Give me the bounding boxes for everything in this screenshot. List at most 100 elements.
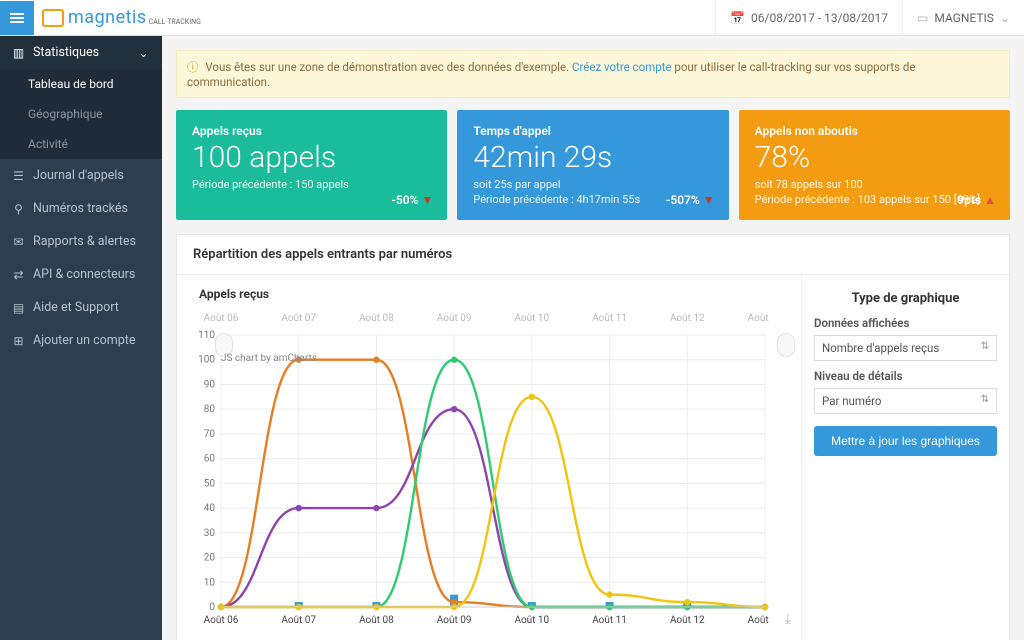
plus-icon: ⊞ (12, 334, 25, 347)
kpi-tile-missed: Appels non aboutis 78% soit 78 appels su… (739, 110, 1010, 220)
demo-banner: ⓘ Vous êtes sur une zone de démonstratio… (176, 50, 1010, 98)
book-icon: ▤ (12, 301, 25, 314)
date-range-label: 06/08/2017 - 13/08/2017 (751, 11, 888, 25)
sidebar-item-help[interactable]: ▤ Aide et Support (0, 291, 162, 324)
sidebar-stats-children: Tableau de bord Géographique Activité (0, 69, 162, 159)
trend-down-icon: ▼ (421, 193, 433, 207)
calendar-icon: 📅 (730, 11, 745, 25)
kpi-trend: -507% ▼ (666, 193, 715, 207)
chart-settings-data-label: Données affichées (814, 316, 997, 330)
sidebar-item-label: API & connecteurs (33, 267, 135, 282)
sidebar-item-label: Ajouter un compte (33, 333, 135, 348)
download-icon[interactable]: ⤓ (785, 611, 791, 627)
chart-data-select[interactable]: Nombre d'appels reçus (814, 335, 997, 361)
sidebar-item-label: Statistiques (33, 45, 99, 60)
kpi-value: 42min 29s (473, 141, 712, 174)
main-content: ⓘ Vous êtes sur une zone de démonstratio… (162, 36, 1024, 640)
list-icon: ☰ (12, 169, 25, 182)
sidebar-item-api[interactable]: ⇄ API & connecteurs (0, 258, 162, 291)
sidebar-item-add-account[interactable]: ⊞ Ajouter un compte (0, 324, 162, 357)
chevron-down-icon: ⌄ (137, 46, 150, 59)
kpi-title: Appels reçus (192, 124, 431, 138)
chart-title: Appels reçus (199, 287, 793, 301)
chart-panel: Répartition des appels entrants par numé… (176, 234, 1010, 640)
svg-text:Août 11: Août 11 (592, 313, 627, 324)
account-label: MAGNETIS (934, 11, 994, 25)
chart-update-button[interactable]: Mettre à jour les graphiques (814, 426, 997, 456)
svg-text:50: 50 (204, 478, 216, 489)
banner-text-pre: Vous êtes sur une zone de démonstration … (205, 60, 572, 74)
svg-text:Août 09: Août 09 (437, 313, 472, 324)
svg-text:40: 40 (204, 503, 216, 514)
svg-text:30: 30 (204, 528, 216, 539)
mail-icon: ✉ (12, 235, 25, 248)
svg-text:Août 07: Août 07 (281, 615, 316, 626)
chart-settings-panel: Type de graphique Données affichées Nomb… (801, 275, 1009, 640)
svg-text:80: 80 (204, 404, 216, 415)
svg-text:Août 09: Août 09 (437, 615, 472, 626)
sidebar-item-label: Numéros trackés (33, 201, 128, 216)
svg-text:Août 10: Août 10 (515, 313, 550, 324)
device-icon: ▭ (917, 11, 928, 25)
svg-text:Août 13: Août 13 (748, 313, 771, 324)
sidebar: ▥ Statistiques ⌄ Tableau de bord Géograp… (0, 36, 162, 640)
kpi-value: 100 appels (192, 141, 431, 174)
banner-signup-link[interactable]: Créez votre compte (572, 60, 672, 74)
kpi-value: 78% (755, 141, 994, 174)
sidebar-item-journal[interactable]: ☰ Journal d'appels (0, 159, 162, 192)
trend-up-icon: ▲ (984, 193, 996, 207)
svg-text:60: 60 (204, 453, 216, 464)
logo-mark-icon (42, 9, 64, 27)
sidebar-item-reports[interactable]: ✉ Rapports & alertes (0, 225, 162, 258)
kpi-trend: 9pts ▲ (957, 193, 996, 207)
svg-text:0: 0 (209, 602, 215, 613)
kpi-subtext: soit 25s par appel (473, 178, 712, 193)
kpi-tiles: Appels reçus 100 appels Période précéden… (176, 110, 1010, 220)
svg-text:Août 12: Août 12 (670, 615, 705, 626)
sidebar-item-label: Journal d'appels (33, 168, 124, 183)
pin-icon: ⚲ (12, 202, 25, 215)
chart-settings-title: Type de graphique (814, 291, 997, 306)
sidebar-item-geo[interactable]: Géographique (0, 99, 162, 129)
kpi-subtext: Période précédente : 150 appels (192, 178, 431, 193)
kpi-title: Appels non aboutis (755, 124, 994, 138)
chart-zoom-handle-right[interactable] (777, 333, 795, 357)
account-dropdown[interactable]: ▭ MAGNETIS ⌄ (902, 0, 1024, 35)
svg-text:70: 70 (204, 429, 216, 440)
info-icon: ⓘ (187, 60, 199, 74)
app-logo: magnetisCALL·TRACKING (42, 7, 201, 28)
sidebar-item-label: Rapports & alertes (33, 234, 136, 249)
svg-text:Août 12: Août 12 (670, 313, 705, 324)
kpi-tile-calls: Appels reçus 100 appels Période précéden… (176, 110, 447, 220)
svg-text:100: 100 (198, 354, 215, 365)
svg-text:Août 06: Août 06 (204, 313, 239, 324)
chart-area: Appels reçus JS chart by amCharts Août 0… (177, 275, 801, 640)
chart-legend: Moyenne des appels reçusRéférencement Na… (191, 635, 793, 640)
date-range-picker[interactable]: 📅 06/08/2017 - 13/08/2017 (715, 0, 902, 35)
chart-detail-select[interactable]: Par numéro (814, 388, 997, 414)
svg-text:Août 07: Août 07 (281, 313, 316, 324)
svg-text:20: 20 (204, 552, 216, 563)
svg-text:110: 110 (198, 330, 215, 341)
svg-text:Août 08: Août 08 (359, 615, 394, 626)
trend-down-icon: ▼ (703, 193, 715, 207)
topbar: magnetisCALL·TRACKING 📅 06/08/2017 - 13/… (0, 0, 1024, 36)
kpi-tile-duration: Temps d'appel 42min 29s soit 25s par app… (457, 110, 728, 220)
kpi-trend: -50% ▼ (391, 193, 433, 207)
kpi-title: Temps d'appel (473, 124, 712, 138)
chart-panel-heading: Répartition des appels entrants par numé… (177, 235, 1009, 275)
sidebar-item-label: Aide et Support (33, 300, 119, 315)
chart-settings-detail-label: Niveau de détails (814, 369, 997, 383)
svg-text:10: 10 (204, 577, 216, 588)
sidebar-item-numbers[interactable]: ⚲ Numéros trackés (0, 192, 162, 225)
sidebar-item-activity[interactable]: Activité (0, 129, 162, 159)
shuffle-icon: ⇄ (12, 268, 25, 281)
svg-text:Août 08: Août 08 (359, 313, 394, 324)
sidebar-item-stats[interactable]: ▥ Statistiques ⌄ (0, 36, 162, 69)
svg-text:90: 90 (204, 379, 216, 390)
sidebar-toggle-button[interactable] (0, 1, 34, 35)
chevron-down-icon: ⌄ (1000, 11, 1010, 25)
sidebar-item-dashboard[interactable]: Tableau de bord (0, 69, 162, 99)
bar-chart-icon: ▥ (12, 46, 25, 59)
svg-text:Août 10: Août 10 (515, 615, 550, 626)
